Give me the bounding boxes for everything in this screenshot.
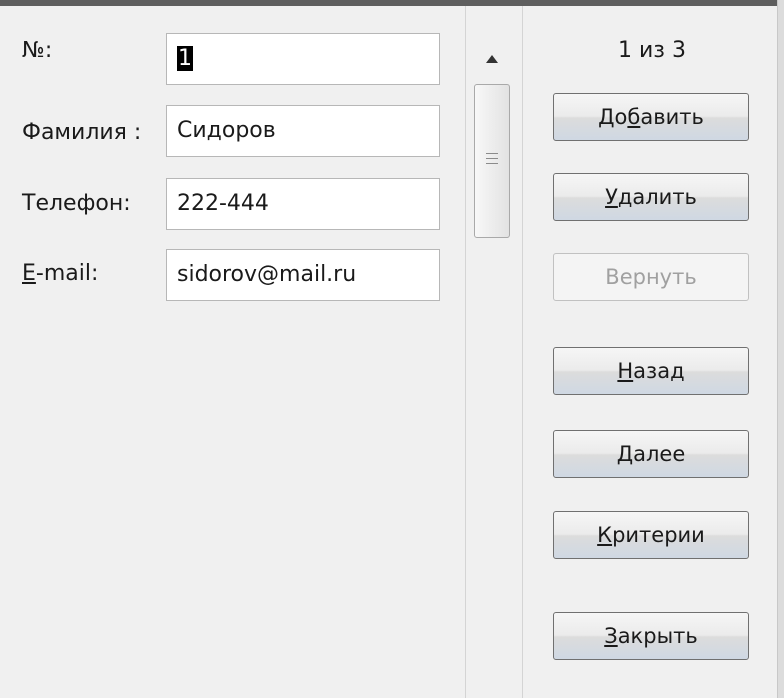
add-button[interactable]: До б авить [553, 93, 749, 141]
surname-label: Фамилия : [22, 120, 142, 145]
email-label-rest: -mail: [35, 261, 99, 286]
surname-field[interactable]: Сидоров [166, 105, 440, 157]
window-right-edge [777, 0, 784, 698]
close-button[interactable]: Закрыть [553, 612, 749, 660]
email-field[interactable]: sidorov@mail.ru [166, 249, 440, 301]
scrollbar-left-border [465, 6, 466, 698]
criteria-button[interactable]: Критерии [553, 511, 749, 559]
phone-field[interactable]: 222-444 [166, 178, 440, 230]
data-form-window: №: 1 Фамилия : Сидоров Телефон: 222-444 … [0, 0, 784, 698]
next-button[interactable]: Далее [553, 430, 749, 478]
number-field-value: 1 [177, 46, 193, 71]
email-label-hotkey: E [22, 261, 36, 286]
record-counter: 1 из 3 [618, 38, 686, 63]
scrollbar-thumb[interactable] [474, 84, 510, 238]
phone-label: Телефон: [22, 191, 131, 216]
window-top-edge [0, 0, 784, 6]
back-button[interactable]: Назад [553, 347, 749, 395]
number-field[interactable]: 1 [166, 33, 440, 85]
scrollbar-right-border [522, 6, 523, 698]
email-label: E-mail: [22, 259, 98, 289]
triangle-up-icon [486, 55, 498, 63]
restore-button[interactable]: Вернуть [553, 253, 749, 301]
number-label: №: [22, 38, 53, 63]
delete-button[interactable]: Удалить [553, 173, 749, 221]
scroll-up-button[interactable] [472, 44, 512, 74]
